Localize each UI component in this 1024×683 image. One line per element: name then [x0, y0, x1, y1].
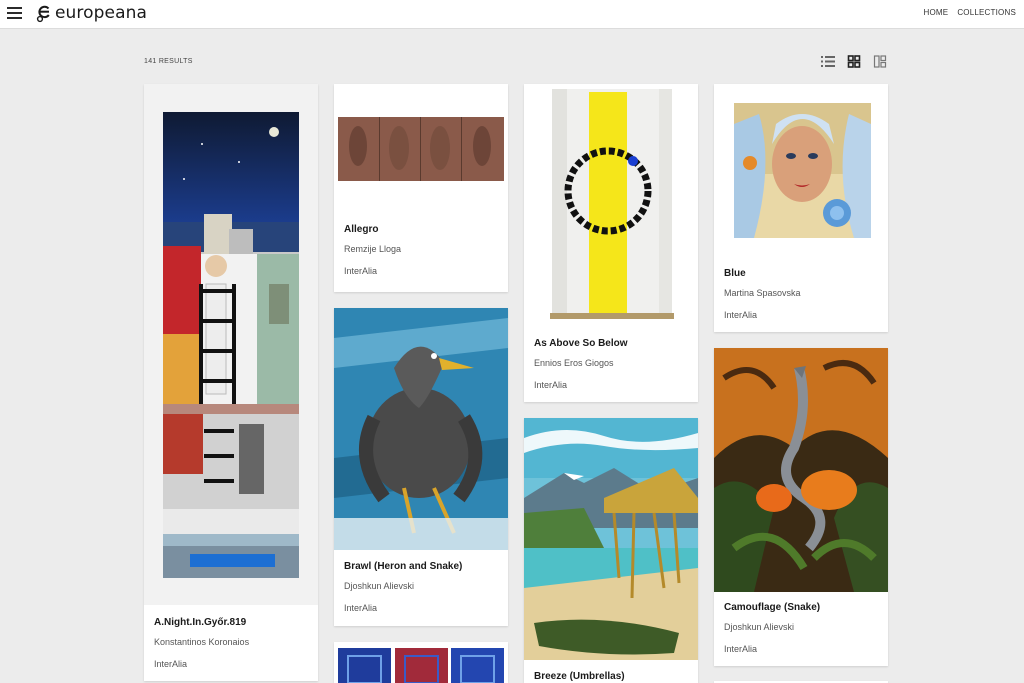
europeana-logo[interactable]: europeana [36, 2, 147, 24]
card-info: As Above So Below Ennios Eros Giogos Int… [534, 338, 688, 390]
card-info: A.Night.In.Győr.819 Konstantinos Koronai… [154, 617, 308, 669]
card-thumbnail[interactable] [714, 84, 888, 254]
result-card[interactable] [334, 642, 508, 683]
artwork-image [550, 89, 674, 319]
card-title[interactable]: Allegro [344, 224, 498, 235]
result-card[interactable]: Brawl (Heron and Snake) Djoshkun Alievsk… [334, 308, 508, 626]
card-thumbnail[interactable] [334, 642, 508, 683]
card-title[interactable]: As Above So Below [534, 338, 688, 349]
mosaic-view-icon[interactable] [873, 55, 887, 68]
card-provider: InterAlia [344, 603, 378, 613]
artwork-image [163, 112, 299, 578]
result-card[interactable]: Allegro Remzije Lloga InterAlia [334, 84, 508, 292]
card-title[interactable]: Brawl (Heron and Snake) [344, 561, 498, 572]
artwork-image [524, 418, 698, 660]
card-thumbnail[interactable] [714, 348, 888, 592]
card-thumbnail[interactable] [144, 84, 318, 605]
card-creator: Ennios Eros Giogos [534, 358, 614, 368]
artwork-image [734, 103, 871, 238]
top-header: europeana HOME COLLECTIONS [0, 0, 1024, 29]
card-thumbnail[interactable] [524, 84, 698, 329]
card-provider: InterAlia [344, 266, 378, 276]
card-thumbnail[interactable] [334, 84, 508, 212]
card-creator: Djoshkun Alievski [724, 622, 795, 632]
card-info: Camouflage (Snake) Djoshkun Alievski Int… [724, 602, 878, 654]
card-info: Brawl (Heron and Snake) Djoshkun Alievsk… [344, 561, 498, 613]
nav-home-link[interactable]: HOME [924, 8, 949, 17]
card-title[interactable]: Camouflage (Snake) [724, 602, 878, 613]
nav-collections-link[interactable]: COLLECTIONS [957, 8, 1016, 17]
card-thumbnail[interactable] [334, 308, 508, 550]
card-provider: InterAlia [534, 380, 568, 390]
result-card[interactable]: Camouflage (Snake) Djoshkun Alievski Int… [714, 348, 888, 666]
result-card[interactable]: Blue Martina Spasovska InterAlia [714, 84, 888, 332]
menu-icon[interactable] [7, 6, 22, 20]
result-card[interactable]: Breeze (Umbrellas) [524, 418, 698, 683]
top-nav: HOME COLLECTIONS [924, 8, 1016, 17]
list-view-icon[interactable] [821, 55, 835, 68]
card-creator: Djoshkun Alievski [344, 581, 415, 591]
card-info: Blue Martina Spasovska InterAlia [724, 268, 878, 320]
artwork-image [714, 348, 888, 592]
card-creator: Remzije Lloga [344, 244, 402, 254]
logo-text: europeana [55, 3, 148, 23]
europeana-logo-icon [36, 5, 50, 23]
card-info: Allegro Remzije Lloga InterAlia [344, 224, 498, 276]
card-creator: Martina Spasovska [724, 288, 801, 298]
card-provider: InterAlia [724, 644, 758, 654]
card-info: Breeze (Umbrellas) [534, 671, 688, 682]
card-provider: InterAlia [154, 659, 188, 669]
card-provider: InterAlia [724, 310, 758, 320]
artwork-image [338, 648, 504, 683]
card-creator: Konstantinos Koronaios [154, 637, 250, 647]
artwork-image [334, 308, 508, 550]
card-title[interactable]: Breeze (Umbrellas) [534, 671, 688, 682]
artwork-image [338, 117, 504, 181]
results-count: 141 RESULTS [144, 58, 193, 65]
card-title[interactable]: Blue [724, 268, 878, 279]
result-card[interactable]: A.Night.In.Győr.819 Konstantinos Koronai… [144, 84, 318, 681]
card-thumbnail[interactable] [524, 418, 698, 660]
view-toggles [821, 55, 887, 68]
grid-view-icon[interactable] [847, 55, 861, 68]
result-card[interactable]: As Above So Below Ennios Eros Giogos Int… [524, 84, 698, 402]
card-title[interactable]: A.Night.In.Győr.819 [154, 617, 308, 628]
